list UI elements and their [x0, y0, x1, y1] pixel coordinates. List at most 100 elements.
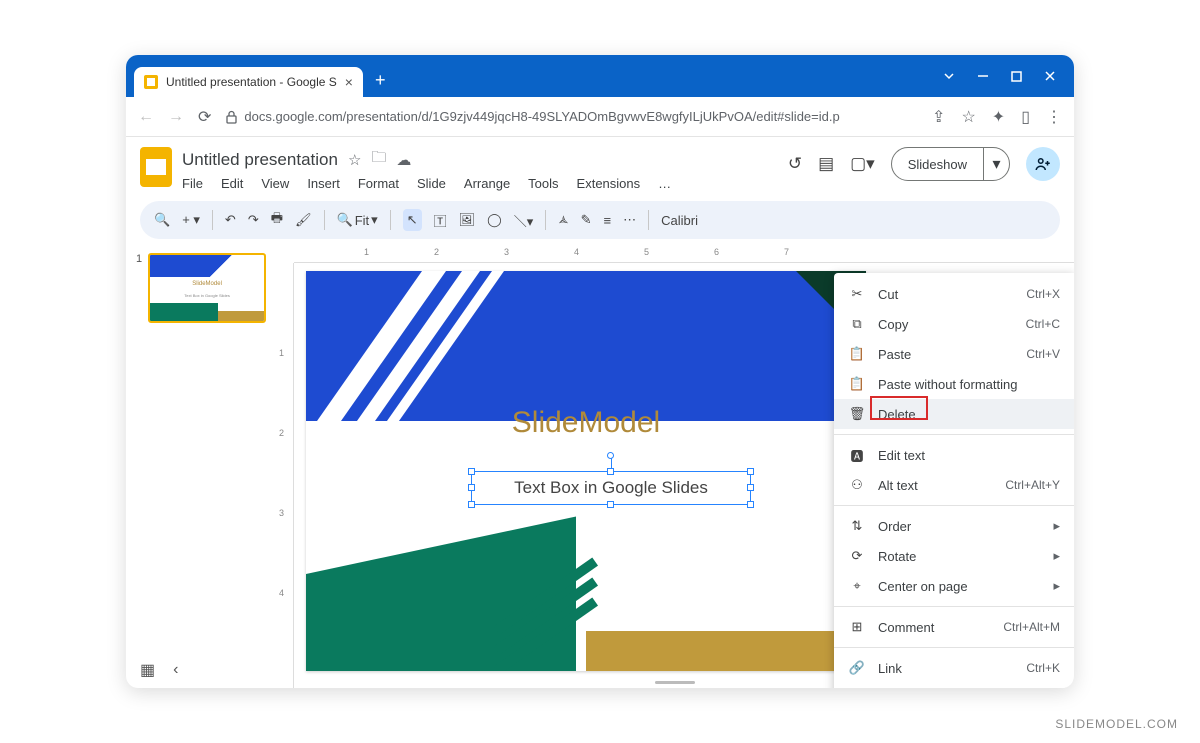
app-header: Untitled presentation ☆ 🗀 ☁ FileEditView…	[126, 137, 1074, 191]
speaker-notes-drag-handle[interactable]	[655, 681, 695, 684]
share-button[interactable]	[1026, 147, 1060, 181]
star-icon[interactable]: ☆	[348, 151, 361, 169]
slideshow-dropdown[interactable]: ▾	[983, 148, 1009, 180]
kebab-menu-icon[interactable]: ⋮	[1046, 107, 1062, 127]
minimize-icon[interactable]	[977, 70, 989, 82]
resize-handle[interactable]	[747, 484, 754, 491]
new-tab-button[interactable]: +	[375, 70, 386, 91]
url-bar: ← → ⟳ docs.google.com/presentation/d/1G9…	[126, 97, 1074, 137]
alt-text-icon: ⚇	[848, 477, 866, 493]
ctx-label: Edit text	[878, 448, 925, 463]
slides-favicon-icon	[144, 75, 158, 89]
ctx-link[interactable]: 🔗LinkCtrl+K	[834, 653, 1074, 683]
tab-close-icon[interactable]: ×	[345, 74, 353, 90]
search-menus-icon[interactable]: 🔍	[154, 212, 170, 228]
rotate-handle[interactable]	[607, 452, 614, 459]
share-url-icon[interactable]: ⇪	[932, 107, 945, 127]
menu-insert[interactable]: Insert	[307, 176, 340, 191]
resize-handle[interactable]	[607, 501, 614, 508]
undo-icon[interactable]: ↶	[225, 212, 236, 228]
ctx-paste[interactable]: 📋PasteCtrl+V	[834, 339, 1074, 369]
border-color-icon[interactable]: ✎	[581, 212, 592, 228]
ctx-paste-without-formatting[interactable]: 📋 Paste without formatting	[834, 369, 1074, 399]
menu-slide[interactable]: Slide	[417, 176, 446, 191]
menu-format[interactable]: Format	[358, 176, 399, 191]
history-icon[interactable]: ↺	[788, 154, 802, 174]
ctx-center-on-page[interactable]: ⌖Center on page▸	[834, 571, 1074, 601]
center-icon: ⌖	[848, 578, 866, 594]
resize-handle[interactable]	[468, 501, 475, 508]
new-slide-button[interactable]: + ▾	[182, 212, 200, 228]
document-title[interactable]: Untitled presentation	[182, 150, 338, 170]
rotate-icon: ⟳	[848, 548, 866, 564]
selected-textbox[interactable]: Text Box in Google Slides	[471, 471, 751, 505]
ctx-copy[interactable]: ⧉CopyCtrl+C	[834, 309, 1074, 339]
panel-icon[interactable]: ▯	[1021, 107, 1030, 127]
browser-tab[interactable]: Untitled presentation - Google S ×	[134, 67, 363, 97]
chevron-down-icon[interactable]	[943, 70, 955, 82]
resize-handle[interactable]	[468, 484, 475, 491]
nav-forward-icon[interactable]: →	[168, 108, 184, 126]
image-tool-icon[interactable]: 🖼	[459, 212, 476, 228]
resize-handle[interactable]	[747, 468, 754, 475]
paste-plain-icon: 📋	[848, 376, 866, 392]
fill-color-icon[interactable]: 🟃	[558, 211, 568, 230]
ctx-label: Comment	[878, 620, 934, 635]
redo-icon[interactable]: ↷	[248, 212, 259, 228]
slide-title-text[interactable]: SlideModel	[306, 406, 866, 440]
ctx-alt-text[interactable]: ⚇Alt textCtrl+Alt+Y	[834, 470, 1074, 500]
watermark: SLIDEMODEL.COM	[1055, 717, 1178, 731]
move-folder-icon[interactable]: 🗀	[371, 147, 386, 172]
ctx-order[interactable]: ⇅Order▸	[834, 511, 1074, 541]
present-meet-icon[interactable]: ▢▾	[850, 154, 875, 174]
slide-thumbnail[interactable]: SlideModel Text Box in Google Slides	[148, 253, 266, 323]
copy-icon: ⧉	[848, 316, 866, 332]
ctx-label: Paste without formatting	[878, 377, 1017, 392]
close-window-icon[interactable]	[1044, 70, 1056, 82]
google-slides-icon[interactable]	[140, 147, 172, 187]
print-icon[interactable]: 🖶	[271, 209, 283, 231]
vertical-ruler: 1234	[276, 263, 294, 688]
slide-thumbnail-panel: 1 SlideModel Text Box in Google Slides	[126, 245, 276, 688]
submenu-arrow-icon: ▸	[1053, 578, 1060, 594]
menu-file[interactable]: File	[182, 176, 203, 191]
resize-handle[interactable]	[747, 501, 754, 508]
ctx-delete[interactable]: 🗑Delete	[834, 399, 1074, 429]
zoom-control[interactable]: 🔍 Fit ▾	[337, 212, 378, 228]
menu-arrange[interactable]: Arrange	[464, 176, 510, 191]
reload-icon[interactable]: ⟳	[198, 107, 211, 127]
font-selector[interactable]: Calibri	[661, 213, 698, 228]
prev-slide-icon[interactable]: ‹	[173, 661, 178, 679]
ctx-rotate[interactable]: ⟳Rotate▸	[834, 541, 1074, 571]
resize-handle[interactable]	[607, 468, 614, 475]
menu-view[interactable]: View	[261, 176, 289, 191]
line-tool-icon[interactable]: ＼▾	[514, 211, 534, 230]
textbox-tool-icon[interactable]: 🅃	[434, 211, 447, 230]
slide-canvas[interactable]: SlideModel Text Box in Google Slides	[306, 271, 866, 671]
nav-back-icon[interactable]: ←	[138, 108, 154, 126]
menu-edit[interactable]: Edit	[221, 176, 243, 191]
address-field[interactable]: docs.google.com/presentation/d/1G9zjv449…	[225, 109, 918, 124]
border-weight-icon[interactable]: ≡	[604, 213, 612, 228]
menu-tools[interactable]: Tools	[528, 176, 558, 191]
extensions-icon[interactable]: ✦	[992, 107, 1005, 127]
menu-…[interactable]: …	[658, 176, 671, 191]
window-controls	[925, 55, 1074, 97]
resize-handle[interactable]	[468, 468, 475, 475]
slideshow-button[interactable]: Slideshow ▾	[891, 147, 1010, 181]
shape-tool-icon[interactable]: ◯	[487, 212, 502, 228]
slideshow-label: Slideshow	[908, 157, 967, 172]
menu-extensions[interactable]: Extensions	[577, 176, 641, 191]
maximize-icon[interactable]	[1011, 71, 1022, 82]
select-tool-icon[interactable]: ↖	[403, 209, 422, 231]
tab-title: Untitled presentation - Google S	[166, 75, 337, 89]
paint-format-icon[interactable]: 🖌	[295, 212, 312, 228]
grid-view-icon[interactable]: ▦	[140, 660, 155, 680]
border-dash-icon[interactable]: ⋯	[623, 212, 636, 228]
bookmark-star-icon[interactable]: ☆	[961, 107, 975, 127]
ctx-cut[interactable]: ✂CutCtrl+X	[834, 279, 1074, 309]
cut-icon: ✂	[848, 286, 866, 302]
ctx-comment[interactable]: ⊞CommentCtrl+Alt+M	[834, 612, 1074, 642]
ctx-edit-text[interactable]: 🅰Edit text	[834, 440, 1074, 470]
comments-icon[interactable]: ▤	[818, 154, 834, 174]
